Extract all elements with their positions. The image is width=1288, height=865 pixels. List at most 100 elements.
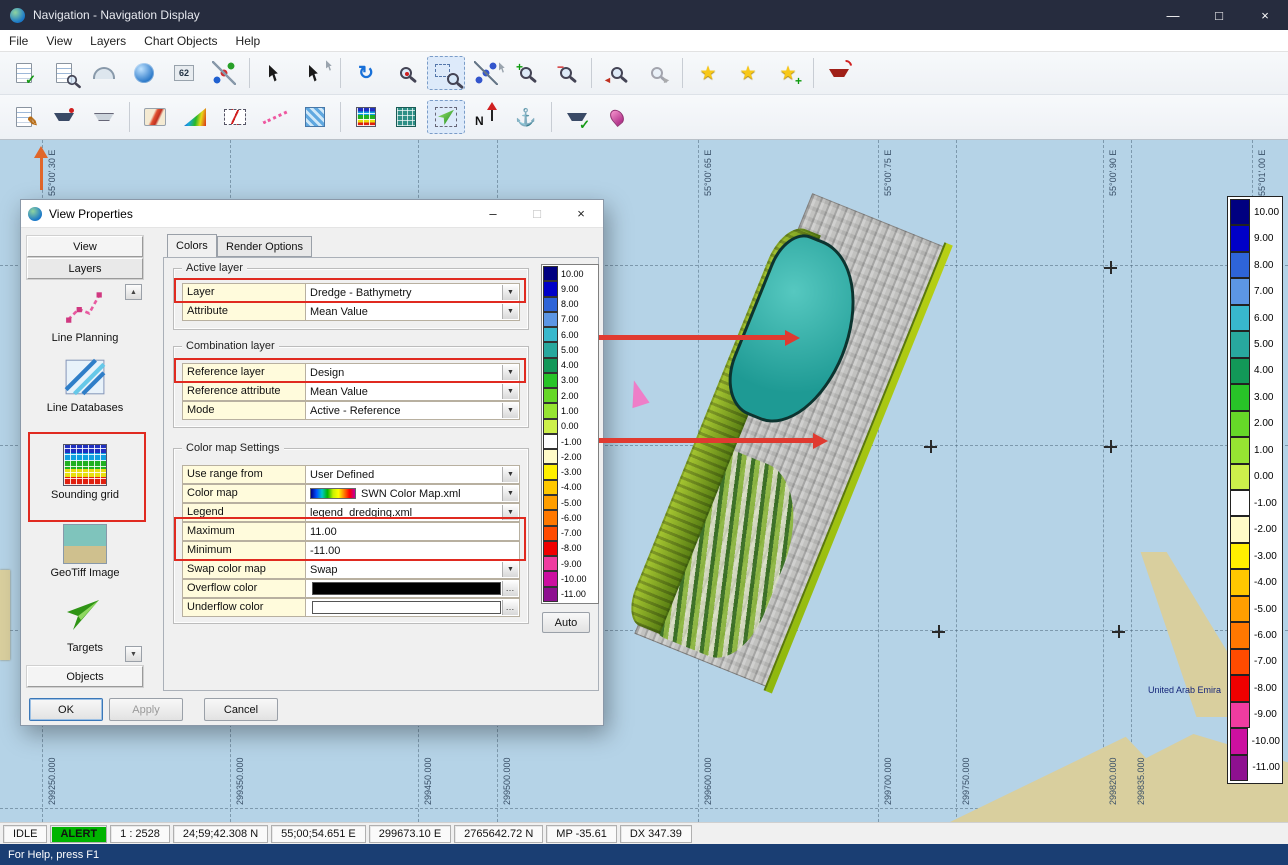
map-label-longitude: 55°00'.90 E: [1108, 150, 1118, 196]
scale-label: -11.00: [558, 587, 586, 602]
layer-list-scroll-down-button[interactable]: ▼: [125, 646, 142, 662]
overflow-color-browse-button[interactable]: …: [502, 581, 518, 596]
auto-button[interactable]: Auto: [542, 612, 590, 633]
legend-label: 2.00: [1250, 411, 1273, 437]
track-line-button[interactable]: [256, 100, 294, 134]
legend-label: -7.00: [1250, 649, 1277, 675]
sounding-grid-button[interactable]: [347, 100, 385, 134]
tab-colors[interactable]: Colors: [167, 234, 217, 257]
attribute-combobox[interactable]: Mean Value▼: [306, 302, 520, 321]
layer-item-line-planning[interactable]: Line Planning: [35, 288, 135, 344]
layer-item-label: Line Planning: [52, 332, 119, 344]
zoom-select-icon: [392, 60, 420, 86]
mode-combobox[interactable]: Active - Reference▼: [306, 401, 520, 420]
mode-dropdown-button[interactable]: ▼: [502, 403, 518, 418]
project-check-button[interactable]: ✓: [5, 56, 43, 90]
star-icon: ★: [694, 60, 722, 86]
color-map-combobox[interactable]: SWN Color Map.xml▼: [306, 484, 520, 503]
map-label-easting: 299500.000: [502, 757, 512, 805]
gridline-vertical: [1103, 140, 1104, 822]
anchor-watch-button[interactable]: ⚓: [507, 100, 545, 134]
select-help-cursor-button[interactable]: [296, 56, 334, 90]
dialog-close-button[interactable]: ×: [559, 200, 603, 228]
dialog-maximize-button[interactable]: □: [515, 200, 559, 228]
refresh-button[interactable]: ↻: [347, 56, 385, 90]
cancel-button[interactable]: Cancel: [204, 698, 278, 721]
find-button[interactable]: [45, 56, 83, 90]
menu-view[interactable]: View: [37, 30, 81, 52]
gridline-vertical: [956, 140, 957, 822]
legend-label: -1.00: [1250, 490, 1277, 516]
color-map-dropdown-button[interactable]: ▼: [502, 486, 518, 501]
dialog-titlebar[interactable]: View Properties – □ ×: [21, 200, 603, 228]
event-marker-button[interactable]: [598, 100, 636, 134]
mode-label: Mode: [182, 401, 306, 420]
underflow-color-picker[interactable]: …: [306, 598, 520, 617]
profile-view-button[interactable]: [176, 100, 214, 134]
use-range-from-dropdown-button[interactable]: ▼: [502, 467, 518, 482]
zoom-window-button[interactable]: [427, 56, 465, 90]
side-tab-objects[interactable]: Objects: [27, 666, 143, 687]
menu-chart-objects[interactable]: Chart Objects: [135, 30, 226, 52]
favorite-view-1-button[interactable]: ★: [689, 56, 727, 90]
menu-file[interactable]: File: [0, 30, 37, 52]
dialog-minimize-button[interactable]: –: [471, 200, 515, 228]
north-up-button[interactable]: N: [467, 100, 505, 134]
measure-protractor-button[interactable]: [85, 56, 123, 90]
globe-view-button[interactable]: [125, 56, 163, 90]
pan-network-button[interactable]: [467, 56, 505, 90]
favorite-view-2-button[interactable]: ★: [729, 56, 767, 90]
menu-help[interactable]: Help: [227, 30, 270, 52]
grid-display-button[interactable]: [387, 100, 425, 134]
reference-attribute-dropdown-button[interactable]: ▼: [502, 384, 518, 399]
menu-layers[interactable]: Layers: [81, 30, 135, 52]
zoom-in-button[interactable]: +: [507, 56, 545, 90]
zoom-previous-button[interactable]: ◄: [598, 56, 636, 90]
layer-item-geotiff-image[interactable]: GeoTiff Image: [35, 524, 135, 579]
vessel-position-button[interactable]: [45, 100, 83, 134]
tab-render-options[interactable]: Render Options: [217, 236, 312, 257]
grid-matrix-button[interactable]: [296, 100, 334, 134]
layer-item-targets[interactable]: Targets: [35, 596, 135, 654]
surface-model-button[interactable]: [136, 100, 174, 134]
compass-62-button[interactable]: 62: [165, 56, 203, 90]
scale-label: -4.00: [558, 480, 582, 495]
target-tracking-button[interactable]: [427, 100, 465, 134]
vessel-tracking-button[interactable]: [820, 56, 858, 90]
legend-swatch: [1230, 569, 1250, 595]
vessel-status-button[interactable]: ✓: [558, 100, 596, 134]
swap-color-map-combobox[interactable]: Swap▼: [306, 560, 520, 579]
route-planning-button[interactable]: [205, 56, 243, 90]
zoom-select-button[interactable]: [387, 56, 425, 90]
reference-attribute-combobox[interactable]: Mean Value▼: [306, 382, 520, 401]
zoom-next-button[interactable]: ►: [638, 56, 676, 90]
side-tab-view[interactable]: View: [27, 236, 143, 257]
vessel-outline-button[interactable]: [85, 100, 123, 134]
window-close-button[interactable]: ×: [1242, 0, 1288, 30]
underflow-color-browse-button[interactable]: …: [502, 600, 518, 615]
use-range-from-combobox[interactable]: User Defined▼: [306, 465, 520, 484]
scale-row: -7.00: [543, 526, 597, 541]
attribute-dropdown-button[interactable]: ▼: [502, 304, 518, 319]
apply-button[interactable]: Apply: [109, 698, 183, 721]
status-longitude: 55;00;54.651 E: [271, 825, 366, 843]
window-maximize-button[interactable]: □: [1196, 0, 1242, 30]
overflow-color-picker[interactable]: …: [306, 579, 520, 598]
favorite-add-button[interactable]: ★+: [769, 56, 807, 90]
zoom-out-button[interactable]: −: [547, 56, 585, 90]
cross-section-button[interactable]: [216, 100, 254, 134]
legend-row: -6.00: [1230, 622, 1280, 648]
map-label-easting: 299700.000: [883, 757, 893, 805]
profile-triangle-icon: [181, 104, 209, 130]
edit-document-button[interactable]: ✎: [5, 100, 43, 134]
layer-item-line-databases[interactable]: Line Databases: [35, 358, 135, 414]
side-tab-layers[interactable]: Layers: [27, 258, 143, 279]
window-minimize-button[interactable]: —: [1150, 0, 1196, 30]
swap-color-map-dropdown-button[interactable]: ▼: [502, 562, 518, 577]
ok-button[interactable]: OK: [29, 698, 103, 721]
annotation-box-min-max-rows: [174, 517, 526, 561]
dropdown-icon: ▼: [507, 566, 514, 573]
legend-swatch: [1230, 649, 1250, 675]
select-cursor-button[interactable]: [256, 56, 294, 90]
legend-swatch: [1230, 464, 1250, 490]
